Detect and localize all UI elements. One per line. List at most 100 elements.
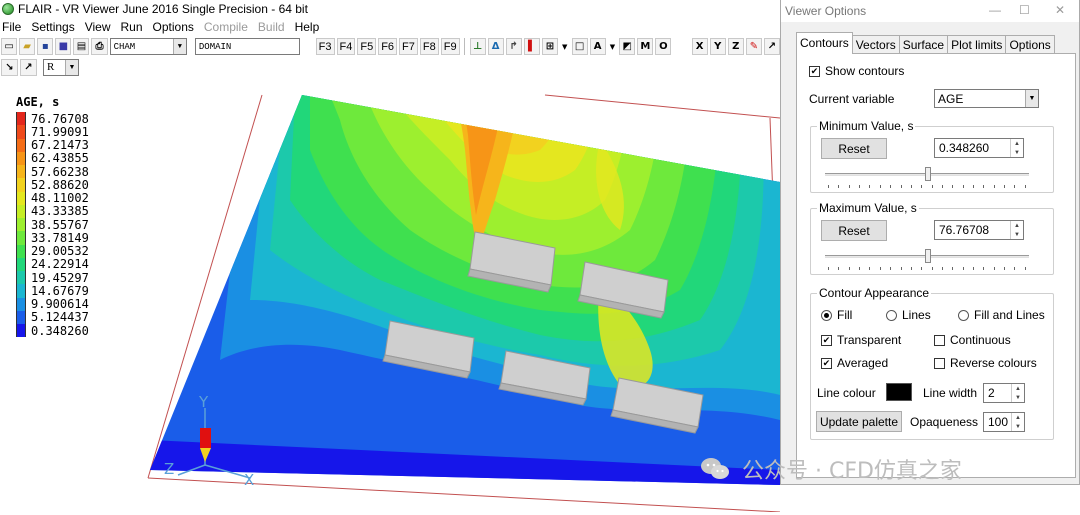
new-file-icon[interactable]: ▭ (1, 38, 18, 55)
current-variable-select[interactable]: AGE ▼ (934, 89, 1039, 108)
text-a-icon[interactable]: A (589, 38, 606, 55)
r-combo-value: R (47, 61, 55, 73)
color-legend: AGE, s 76.76708 71.99091 67.21473 62.43855 5… (16, 95, 89, 338)
domain-field[interactable]: DOMAIN (194, 38, 301, 55)
menu-options[interactable]: Options (153, 20, 194, 34)
cube-icon[interactable]: ◩ (619, 38, 636, 55)
f3-button[interactable]: F3 (315, 38, 335, 55)
menu-view[interactable]: View (85, 20, 111, 34)
m-button[interactable]: M (637, 38, 654, 55)
o-button[interactable]: O (655, 38, 672, 55)
show-contours-label: Show contours (825, 64, 905, 78)
line-colour-label: Line colour (817, 386, 876, 400)
max-value-slider[interactable] (825, 247, 1029, 271)
fill-radio[interactable] (821, 309, 832, 321)
current-variable-value: AGE (938, 91, 964, 106)
r-combo[interactable]: R ▼ (43, 58, 79, 76)
print-preview-icon[interactable]: ▤ (73, 38, 90, 55)
grid-dropdown-icon[interactable]: ▼ (560, 38, 570, 55)
tab-surface[interactable]: Surface (898, 35, 949, 54)
grid-icon[interactable]: ⊞ (541, 38, 558, 55)
max-reset-button[interactable]: Reset (821, 220, 887, 241)
opaqueness-spinbox[interactable]: 100 ▲ ▼ (983, 412, 1025, 432)
min-value-spinbox[interactable]: 0.348260 ▲ ▼ (934, 138, 1024, 158)
opaqueness-spin-arrows[interactable]: ▲ ▼ (1011, 413, 1024, 431)
line-width-spin-arrows[interactable]: ▲ ▼ (1011, 384, 1024, 402)
f4-button[interactable]: F4 (336, 38, 356, 55)
z-view-button[interactable]: Z (727, 38, 744, 55)
3d-viewport[interactable]: Y X Z (0, 77, 781, 513)
legend-value: 67.21473 (31, 138, 89, 153)
pencil-icon[interactable]: ✎ (745, 38, 762, 55)
maximize-icon[interactable]: ☐ (1019, 3, 1030, 17)
flair-app-icon (2, 3, 14, 15)
min-reset-button[interactable]: Reset (821, 138, 887, 159)
watermark: 公众号 · CFD仿真之家 (700, 453, 962, 485)
legend-swatch (16, 204, 26, 218)
menu-compile[interactable]: Compile (204, 20, 248, 34)
legend-entry: 62.43855 (16, 151, 89, 165)
line-width-spinbox[interactable]: 2 ▲ ▼ (983, 383, 1025, 403)
open-folder-icon[interactable]: ▰ (19, 38, 36, 55)
tab-contours[interactable]: Contours (796, 32, 853, 54)
object-combo[interactable]: CHAM ▼ (109, 38, 187, 55)
legend-title: AGE, s (16, 95, 60, 109)
axes-icon[interactable]: ⊥ (469, 38, 486, 55)
opaqueness-label: Opaqueness (910, 415, 979, 429)
min-slider-thumb[interactable] (925, 167, 931, 181)
f7-button[interactable]: F7 (399, 38, 418, 55)
print-icon[interactable]: ⎙ (91, 38, 108, 55)
triangle-icon[interactable]: Δ (487, 38, 504, 55)
y-view-button[interactable]: Y (709, 38, 726, 55)
legend-value: 38.55767 (31, 217, 89, 232)
tab-vectors[interactable]: Vectors (851, 35, 900, 54)
box-icon[interactable]: □ (571, 38, 588, 55)
max-value-spinbox[interactable]: 76.76708 ▲ ▼ (934, 220, 1024, 240)
legend-swatch (16, 138, 26, 152)
arrow-down-right-icon[interactable]: ↘ (1, 58, 18, 76)
menu-run[interactable]: Run (121, 20, 143, 34)
f9-button[interactable]: F9 (440, 38, 460, 55)
legend-swatch (16, 191, 26, 205)
legend-entry: 71.99091 (16, 125, 89, 139)
text-dropdown-icon[interactable]: ▼ (608, 38, 618, 55)
reverse-colours-checkbox[interactable] (934, 357, 945, 369)
close-icon[interactable]: ✕ (1055, 3, 1065, 17)
min-spin-arrows[interactable]: ▲ ▼ (1010, 139, 1023, 157)
update-palette-button[interactable]: Update palette (816, 411, 902, 432)
line-colour-swatch[interactable] (886, 383, 912, 401)
vector-icon[interactable]: ↱ (505, 38, 522, 55)
averaged-checkbox[interactable]: ✔ (821, 357, 832, 369)
legend-value: 33.78149 (31, 230, 89, 245)
continuous-checkbox[interactable] (934, 334, 945, 346)
minimize-icon[interactable]: — (989, 3, 1001, 17)
legend-value: 52.88620 (31, 177, 89, 192)
legend-entry: 67.21473 (16, 138, 89, 153)
f8-button[interactable]: F8 (419, 38, 439, 55)
maximum-value-group: Maximum Value, s Reset 76.76708 ▲ ▼ (810, 201, 1054, 275)
fill-and-lines-radio[interactable] (958, 309, 969, 321)
menu-settings[interactable]: Settings (31, 20, 74, 34)
red-bar-icon[interactable]: ▌ (523, 38, 540, 55)
f5-button[interactable]: F5 (357, 38, 377, 55)
menu-build[interactable]: Build (258, 20, 285, 34)
tab-options[interactable]: Options (1005, 35, 1055, 54)
toolbar-separator (463, 38, 466, 55)
lines-radio[interactable] (886, 309, 897, 321)
show-contours-checkbox[interactable]: ✔ (809, 65, 820, 77)
f6-button[interactable]: F6 (378, 38, 398, 55)
transparent-checkbox[interactable]: ✔ (821, 334, 832, 346)
min-value-slider[interactable] (825, 165, 1029, 189)
tab-plot-limits[interactable]: Plot limits (947, 35, 1007, 54)
max-spin-arrows[interactable]: ▲ ▼ (1010, 221, 1023, 239)
x-view-button[interactable]: X (691, 38, 708, 55)
max-slider-thumb[interactable] (925, 249, 931, 263)
save-disk-icon[interactable]: ▪ (37, 38, 54, 55)
legend-value: 5.124437 (31, 310, 89, 325)
display-icon[interactable]: ■ (55, 38, 72, 55)
menu-help[interactable]: Help (295, 20, 320, 34)
arrow-icon[interactable]: ↗ (763, 38, 781, 55)
menu-file[interactable]: File (2, 20, 21, 34)
arrow-up-right-icon[interactable]: ↗ (20, 58, 37, 76)
object-combo-value: CHAM (113, 41, 136, 52)
